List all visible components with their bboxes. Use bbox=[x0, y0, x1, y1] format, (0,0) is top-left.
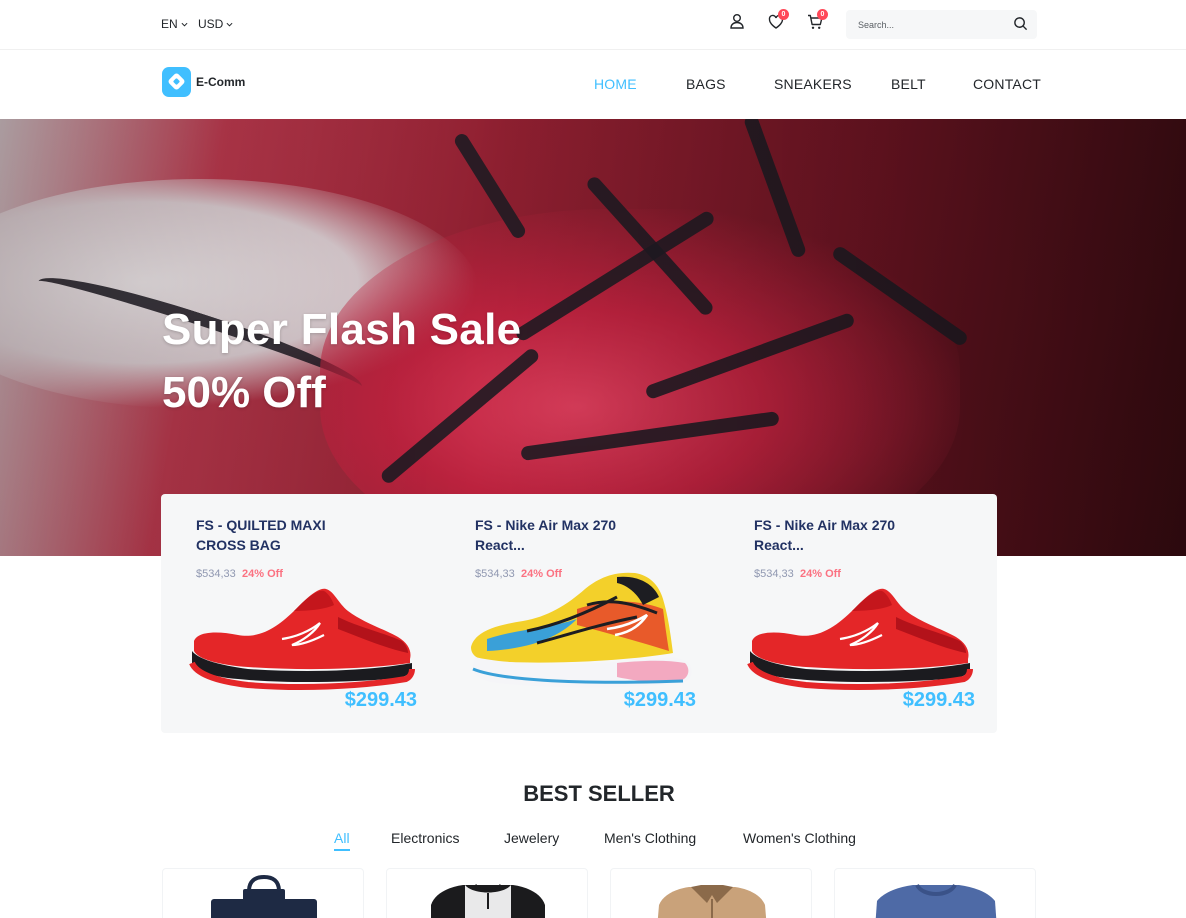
tab-jewelery[interactable]: Jewelery bbox=[504, 830, 559, 846]
wishlist-button[interactable]: 0 bbox=[768, 9, 789, 30]
currency-selector[interactable]: USD bbox=[198, 17, 233, 31]
product-name: FS - Nike Air Max 270 React... bbox=[754, 517, 896, 553]
colorful-sneaker-image bbox=[471, 572, 692, 688]
cart-button[interactable]: 0 bbox=[807, 9, 828, 30]
product-price: $299.43 bbox=[902, 689, 975, 711]
tan-jacket-image bbox=[657, 885, 767, 918]
tab-womens-clothing[interactable]: Women's Clothing bbox=[743, 830, 856, 846]
chevron-down-icon bbox=[181, 22, 188, 27]
search-bar bbox=[846, 10, 1037, 39]
user-icon bbox=[730, 14, 744, 29]
cart-count-badge: 0 bbox=[817, 9, 828, 20]
blue-tshirt-image bbox=[875, 883, 997, 918]
tab-electronics[interactable]: Electronics bbox=[391, 830, 459, 846]
nav-link-belt[interactable]: BELT bbox=[891, 76, 926, 92]
account-button[interactable] bbox=[729, 13, 745, 29]
product-card[interactable] bbox=[610, 868, 812, 918]
category-tabs: All Electronics Jewelery Men's Clothing … bbox=[0, 830, 1186, 852]
language-value: EN bbox=[161, 17, 178, 31]
product-card[interactable] bbox=[834, 868, 1036, 918]
flash-product-card[interactable]: FS - Nike Air Max 270 React... $534,33 2… bbox=[440, 494, 718, 733]
flash-product-card[interactable]: FS - QUILTED MAXI CROSS BAG $534,33 24% … bbox=[161, 494, 439, 733]
main-navbar: E-Comm HOME BAGS SNEAKERS BELT CONTACT bbox=[0, 50, 1186, 119]
product-card[interactable] bbox=[386, 868, 588, 918]
best-seller-title: BEST SELLER bbox=[523, 781, 675, 806]
currency-value: USD bbox=[198, 17, 224, 31]
nav-link-sneakers[interactable]: SNEAKERS bbox=[774, 76, 852, 92]
top-utility-bar: EN USD 0 0 bbox=[0, 0, 1186, 50]
navy-backpack-image bbox=[211, 874, 317, 918]
hero-banner: Super Flash Sale 50% Off bbox=[0, 119, 1186, 556]
search-input[interactable] bbox=[858, 17, 1008, 32]
product-price: $299.43 bbox=[344, 689, 417, 711]
flash-sale-panel: FS - QUILTED MAXI CROSS BAG $534,33 24% … bbox=[161, 494, 997, 733]
search-icon[interactable] bbox=[1013, 16, 1028, 31]
product-name: FS - Nike Air Max 270 React... bbox=[475, 517, 617, 553]
hero-title: Super Flash Sale bbox=[162, 305, 522, 354]
raglan-tshirt-image bbox=[431, 883, 545, 918]
language-selector[interactable]: EN bbox=[161, 17, 188, 31]
wishlist-count-badge: 0 bbox=[778, 9, 789, 20]
hero-subtitle: 50% Off bbox=[162, 368, 326, 417]
nav-link-bags[interactable]: BAGS bbox=[686, 76, 726, 92]
nav-link-home[interactable]: HOME bbox=[594, 76, 637, 92]
product-card[interactable] bbox=[162, 868, 364, 918]
product-name: FS - QUILTED MAXI CROSS BAG bbox=[196, 517, 326, 553]
nav-menu: HOME BAGS SNEAKERS BELT CONTACT bbox=[0, 76, 1186, 94]
red-sneaker-image bbox=[189, 588, 415, 690]
chevron-down-icon bbox=[226, 22, 233, 27]
red-sneaker-image bbox=[747, 588, 973, 690]
product-price: $299.43 bbox=[623, 689, 696, 711]
tab-all[interactable]: All bbox=[334, 830, 350, 851]
nav-link-contact[interactable]: CONTACT bbox=[973, 76, 1041, 92]
flash-product-card[interactable]: FS - Nike Air Max 270 React... $534,33 2… bbox=[719, 494, 997, 733]
tab-mens-clothing[interactable]: Men's Clothing bbox=[604, 830, 696, 846]
